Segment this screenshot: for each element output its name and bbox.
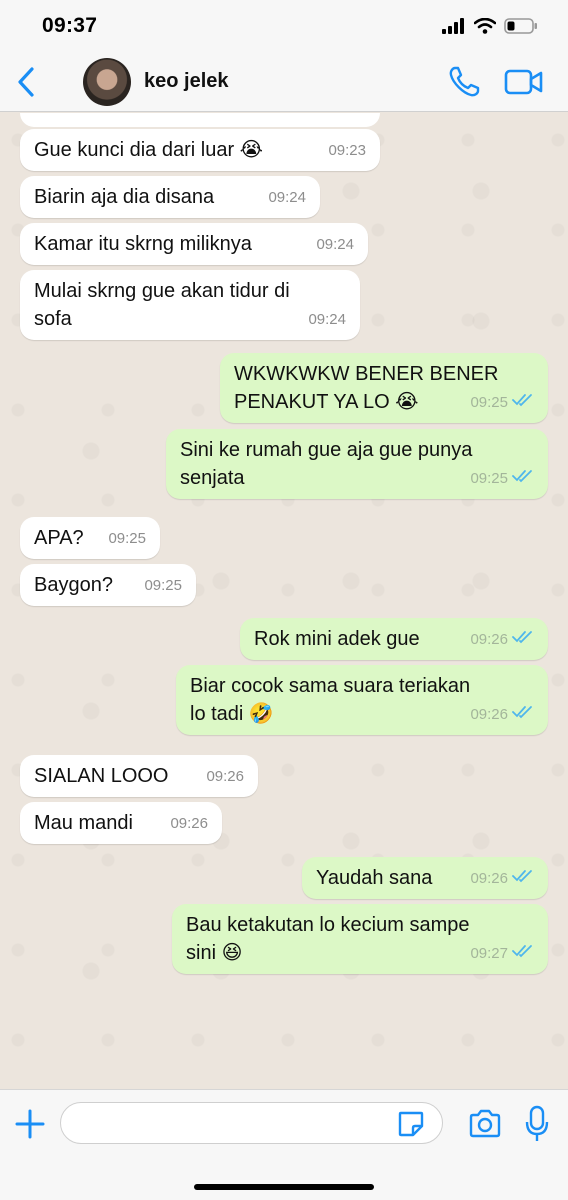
outgoing-message[interactable]: Yaudah sana 09:26 <box>302 857 548 899</box>
message-meta: 09:24 <box>316 231 354 259</box>
message-list[interactable]: Gue kunci dia dari luar 😭 09:23 Biarin aja… <box>0 113 568 1089</box>
status-bar: 09:37 <box>0 0 568 52</box>
read-receipt-icon <box>512 626 534 654</box>
message-meta: 09:25 <box>470 465 534 493</box>
message-meta: 09:26 <box>470 865 534 893</box>
message-text: Biarin aja dia disana <box>34 186 215 208</box>
outgoing-message[interactable]: Bau ketakutan lo kecium sampe sini 😆 09:27 <box>172 904 548 974</box>
message-text: Gue kunci dia dari luar 😭 <box>34 139 264 161</box>
sticker-icon[interactable] <box>396 1109 426 1139</box>
message-meta: 09:25 <box>470 389 534 417</box>
message-meta: 09:23 <box>328 137 366 165</box>
message-text: Sini ke rumah gue aja gue punya <box>180 439 473 461</box>
avatar[interactable] <box>83 58 131 106</box>
read-receipt-icon <box>512 389 534 417</box>
chevron-left-icon <box>18 67 34 97</box>
read-receipt-icon <box>512 865 534 893</box>
message-time: 09:25 <box>144 577 182 594</box>
message-meta: 09:25 <box>108 525 146 553</box>
incoming-message[interactable]: Mulai skrng gue akan tidur di sofa 09:24 <box>20 270 360 340</box>
status-icons <box>442 18 538 34</box>
phone-icon[interactable] <box>446 64 482 100</box>
incoming-message[interactable]: Biarin aja dia disana 09:24 <box>20 176 320 218</box>
message-meta: 09:24 <box>268 184 306 212</box>
contact-name[interactable]: keo jelek <box>144 70 229 93</box>
message-text: Kamar itu skrng miliknya <box>34 233 252 255</box>
back-button[interactable] <box>8 60 44 104</box>
message-text: WKWKWKW BENER BENER <box>234 363 499 385</box>
message-text: Biar cocok sama suara teriakan <box>190 675 471 697</box>
read-receipt-icon <box>512 940 534 968</box>
message-input[interactable] <box>60 1102 443 1144</box>
home-indicator <box>194 1184 374 1190</box>
incoming-message[interactable]: Mau mandi 09:26 <box>20 802 222 844</box>
read-receipt-icon <box>512 701 534 729</box>
incoming-message[interactable]: Kamar itu skrng miliknya 09:24 <box>20 223 368 265</box>
message-text: Mulai skrng gue akan tidur di <box>34 280 290 302</box>
incoming-message[interactable]: Gue kunci dia dari luar 😭 09:23 <box>20 129 380 171</box>
message-time: 09:26 <box>170 815 208 832</box>
clipped-message <box>20 113 380 127</box>
outgoing-message[interactable]: Biar cocok sama suara teriakan lo tadi 🤣 0… <box>176 665 548 735</box>
incoming-message[interactable]: APA? 09:25 <box>20 517 160 559</box>
incoming-message[interactable]: SIALAN LOOO 09:26 <box>20 755 258 797</box>
message-time: 09:27 <box>470 945 508 962</box>
message-time: 09:26 <box>470 631 508 648</box>
message-time: 09:24 <box>268 189 306 206</box>
message-time: 09:26 <box>470 870 508 887</box>
wifi-icon <box>474 18 496 34</box>
message-time: 09:24 <box>308 311 346 328</box>
message-meta: 09:27 <box>470 940 534 968</box>
outgoing-message[interactable]: Rok mini adek gue 09:26 <box>240 618 548 660</box>
battery-icon <box>504 18 537 34</box>
message-time: 09:25 <box>470 394 508 411</box>
message-text: Bau ketakutan lo kecium sampe <box>186 914 470 936</box>
status-time: 09:37 <box>42 14 98 37</box>
message-meta: 09:24 <box>308 306 346 334</box>
message-time: 09:26 <box>206 768 244 785</box>
microphone-icon[interactable] <box>524 1105 550 1143</box>
incoming-message[interactable]: Baygon? 09:25 <box>20 564 196 606</box>
read-receipt-icon <box>512 465 534 493</box>
message-meta: 09:25 <box>144 572 182 600</box>
signal-icon <box>442 18 464 34</box>
message-time: 09:25 <box>470 470 508 487</box>
plus-icon[interactable] <box>14 1108 46 1140</box>
message-meta: 09:26 <box>206 763 244 791</box>
outgoing-message[interactable]: WKWKWKW BENER BENER PENAKUT YA LO 😭 09:25 <box>220 353 548 423</box>
message-meta: 09:26 <box>470 701 534 729</box>
message-text: sofa <box>34 308 72 330</box>
video-camera-icon[interactable] <box>504 66 544 98</box>
message-time: 09:25 <box>108 530 146 547</box>
chat-header: keo jelek <box>0 52 568 112</box>
outgoing-message[interactable]: Sini ke rumah gue aja gue punya senjata 09… <box>166 429 548 499</box>
message-meta: 09:26 <box>170 810 208 838</box>
message-time: 09:24 <box>316 236 354 253</box>
message-meta: 09:26 <box>470 626 534 654</box>
message-time: 09:26 <box>470 706 508 723</box>
message-time: 09:23 <box>328 142 366 159</box>
camera-icon[interactable] <box>468 1108 502 1140</box>
